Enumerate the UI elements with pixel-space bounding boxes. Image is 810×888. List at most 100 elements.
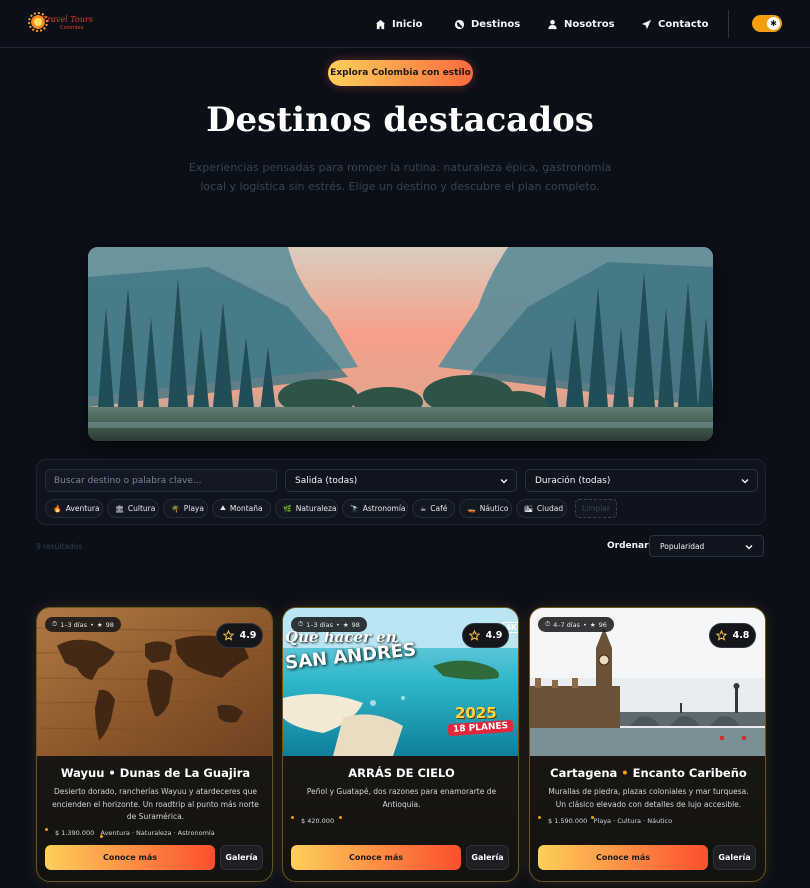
star-outline-icon: [222, 630, 234, 641]
image-caption-year: 2025: [455, 704, 497, 722]
card-title-main: Wayuu: [60, 766, 105, 780]
search-input[interactable]: Buscar destino o palabra clave...: [45, 469, 277, 492]
sort-select-value: Popularidad: [660, 542, 705, 551]
chip-label: Café: [430, 504, 448, 513]
theme-toggle[interactable]: ✱: [752, 15, 782, 32]
card-duration: 4–7 días: [553, 620, 580, 629]
brand-logo-subtext: Colombia: [60, 25, 84, 31]
chip-cafe[interactable]: ☕ Café: [412, 499, 455, 518]
gallery-button[interactable]: Galería: [713, 845, 756, 870]
card-duration: 1–3 días: [60, 620, 87, 629]
clear-filters-button[interactable]: Limpiar: [575, 499, 617, 518]
card-rating-value: 4.9: [485, 630, 503, 641]
sparkle-dot: [291, 816, 294, 819]
star-outline-icon: [715, 630, 727, 641]
sparkle-dot: [591, 816, 594, 819]
star-outline-icon: [468, 630, 480, 641]
chevron-down-icon: [745, 545, 753, 550]
nav-label: Contacto: [658, 18, 709, 30]
museum-icon: 🏛: [115, 504, 124, 513]
sparkle-dot: [538, 816, 541, 819]
chip-astronomia[interactable]: 🔭 Astronomía: [342, 499, 408, 518]
chip-naturaleza[interactable]: 🌿 Naturaleza: [275, 499, 338, 518]
destination-card[interactable]: ⏱ 4–7 días • ★ 96 4.8 Cartagena • Encanto Ca…: [529, 607, 766, 882]
card-meta-badge: ⏱ 1–3 días • ★ 98: [45, 617, 121, 632]
nav-divider: [728, 10, 729, 38]
card-meta-badge: ⏱ 1–3 días • ★ 98: [291, 617, 367, 632]
chevron-down-icon: [741, 479, 749, 484]
hero-badge[interactable]: Explora Colombia con estilo: [328, 60, 473, 86]
card-price-row: $ 1.590.000 Playa · Cultura · Náutico: [548, 817, 672, 827]
users-icon: [548, 19, 557, 29]
brand-logo[interactable]: Travel Tours Colombia: [28, 12, 93, 34]
chip-ciudad[interactable]: 🏙 Ciudad: [516, 499, 567, 518]
nav-link-contacto[interactable]: Contacto: [641, 16, 708, 32]
learn-more-button[interactable]: Conoce más: [45, 845, 215, 870]
chip-label: Playa: [183, 504, 204, 513]
star-icon: ★: [342, 620, 349, 629]
nav-link-nosotros[interactable]: Nosotros: [547, 16, 615, 32]
top-navbar: Travel Tours Colombia Inicio Destinos No…: [0, 0, 810, 48]
chip-label: Ciudad: [536, 504, 564, 513]
gallery-button[interactable]: Galería: [466, 845, 509, 870]
card-rating: 4.9: [462, 623, 509, 648]
send-icon: [641, 19, 652, 29]
card-price: $ 420.000: [301, 817, 335, 825]
card-meta-badge: ⏱ 4–7 días • ★ 96: [538, 617, 614, 632]
learn-more-button[interactable]: Conoce más: [291, 845, 461, 870]
city-icon: 🏙: [524, 504, 533, 513]
chip-nautico[interactable]: 🚤 Náutico: [459, 499, 512, 518]
card-title: Wayuu • Dunas de La Guajira: [60, 766, 251, 780]
card-duration: 1–3 días: [306, 620, 333, 629]
card-description: Peñol y Guatapé, dos razones para enamor…: [306, 787, 497, 809]
globe-icon: [454, 19, 465, 29]
nav-link-destinos[interactable]: Destinos: [454, 16, 520, 32]
departure-select-value: Salida (todas): [295, 476, 358, 486]
sort-select[interactable]: Popularidad: [649, 535, 764, 557]
telescope-icon: 🔭: [350, 504, 359, 513]
card-price-row: $ 420.000: [301, 817, 334, 827]
palm-icon: 🌴: [171, 504, 180, 513]
card-reviews: 96: [598, 620, 607, 629]
clock-icon: ⏱: [52, 620, 58, 628]
learn-more-button[interactable]: Conoce más: [538, 845, 708, 870]
brand-logo-text: Travel Tours: [42, 15, 93, 24]
card-rating: 4.8: [709, 623, 756, 648]
duration-select-value: Duración (todas): [535, 476, 611, 486]
sparkle-dot: [100, 835, 103, 838]
coffee-icon: ☕: [420, 504, 427, 513]
card-description: Murallas de piedra, plazas coloniales y …: [548, 787, 749, 809]
hero-lead: Experiencias pensadas para romper la rut…: [188, 161, 612, 193]
card-title: Cartagena • Encanto Caribeño: [550, 766, 747, 780]
star-icon: ★: [96, 620, 103, 629]
chip-label: Montaña: [229, 504, 263, 513]
chip-label: Náutico: [479, 504, 509, 513]
duration-select[interactable]: Duración (todas): [525, 469, 758, 492]
card-title-sub: Dunas de La Guajira: [119, 766, 251, 780]
boat-icon: 🚤: [467, 504, 476, 513]
departure-select[interactable]: Salida (todas): [285, 469, 517, 492]
sparkle-dot: [45, 828, 48, 831]
card-rating-value: 4.8: [732, 630, 750, 641]
nav-link-inicio[interactable]: Inicio: [375, 16, 423, 32]
destination-card[interactable]: ⏱ 1–3 días • ★ 98 4.9 Wayuu • Dunas de La Gu…: [36, 607, 273, 882]
card-title: ARRÁS DE CIELO: [348, 766, 455, 780]
card-title-main: Cartagena: [550, 766, 618, 780]
mountain-icon: ⛰: [220, 504, 226, 512]
sun-icon: ✱: [767, 17, 780, 30]
clock-icon: ⏱: [545, 620, 551, 628]
card-rating-value: 4.9: [239, 630, 257, 641]
destination-card[interactable]: Qué hacer en SAN ANDRÉS 2025 18 PLANES 4…: [282, 607, 519, 882]
leaf-icon: 🌿: [283, 504, 292, 513]
chip-aventura[interactable]: 🔥 Aventura: [45, 499, 103, 518]
gallery-button[interactable]: Galería: [220, 845, 263, 870]
nav-label: Inicio: [392, 18, 423, 30]
chip-cultura[interactable]: 🏛 Cultura: [107, 499, 159, 518]
chip-montana[interactable]: ⛰ Montaña: [212, 499, 271, 518]
fire-icon: 🔥: [53, 504, 62, 513]
hero-banner-image: [88, 247, 713, 441]
card-price: $ 1.590.000: [548, 817, 588, 825]
clock-icon: ⏱: [298, 620, 304, 628]
chip-playa[interactable]: 🌴 Playa: [163, 499, 208, 518]
chip-label: Naturaleza: [295, 504, 337, 513]
